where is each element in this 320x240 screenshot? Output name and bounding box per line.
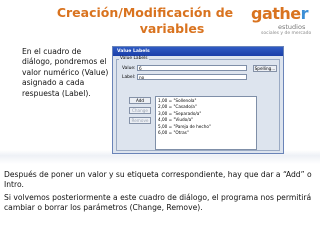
label-field-label: Label:	[122, 75, 136, 80]
logo-tagline: sociales y de mercado	[261, 31, 312, 36]
slide-title: Creación/Modificación de variables	[55, 5, 235, 37]
spelling-button[interactable]: Spelling...	[253, 65, 277, 72]
add-button[interactable]: Add	[129, 97, 151, 104]
value-labels-group: Value Labels Value: 6 Label: no Spelling…	[116, 56, 280, 151]
group-label: Value Labels	[119, 56, 149, 61]
logo-wordmark-prefix: gathe	[251, 4, 301, 23]
list-item[interactable]: 6,00 = "Otras"	[158, 130, 256, 136]
value-input[interactable]: 6	[137, 65, 247, 71]
intro-text: En el cuadro de diálogo, pondremos el va…	[22, 47, 109, 98]
value-labels-dialog: Value Labels Value Labels Value: 6 Label…	[112, 46, 284, 154]
change-remove-text: Si volvemos posteriormente a este cuadro…	[4, 193, 312, 213]
gather-logo: gather estudios sociales y de mercado	[251, 4, 317, 42]
slide-title-line-2: variables	[139, 21, 205, 36]
logo-wordmark: gather	[251, 4, 309, 23]
slide-title-line-1: Creación/Modificación de	[56, 5, 234, 20]
dialog-titlebar[interactable]: Value Labels	[113, 47, 283, 56]
logo-wordmark-suffix: r	[300, 4, 309, 23]
value-field-label: Value:	[122, 66, 136, 71]
value-labels-list[interactable]: 1,00 = "Sollenola" 2,00 = "Casado/a" 3,0…	[155, 96, 257, 150]
logo-subtitle: estudios	[278, 23, 306, 31]
label-input[interactable]: no	[137, 74, 247, 80]
add-instruction-text: Después de poner un valor y su etiqueta …	[4, 170, 312, 190]
change-button[interactable]: Change	[129, 107, 151, 114]
remove-button[interactable]: Remove	[129, 117, 151, 124]
